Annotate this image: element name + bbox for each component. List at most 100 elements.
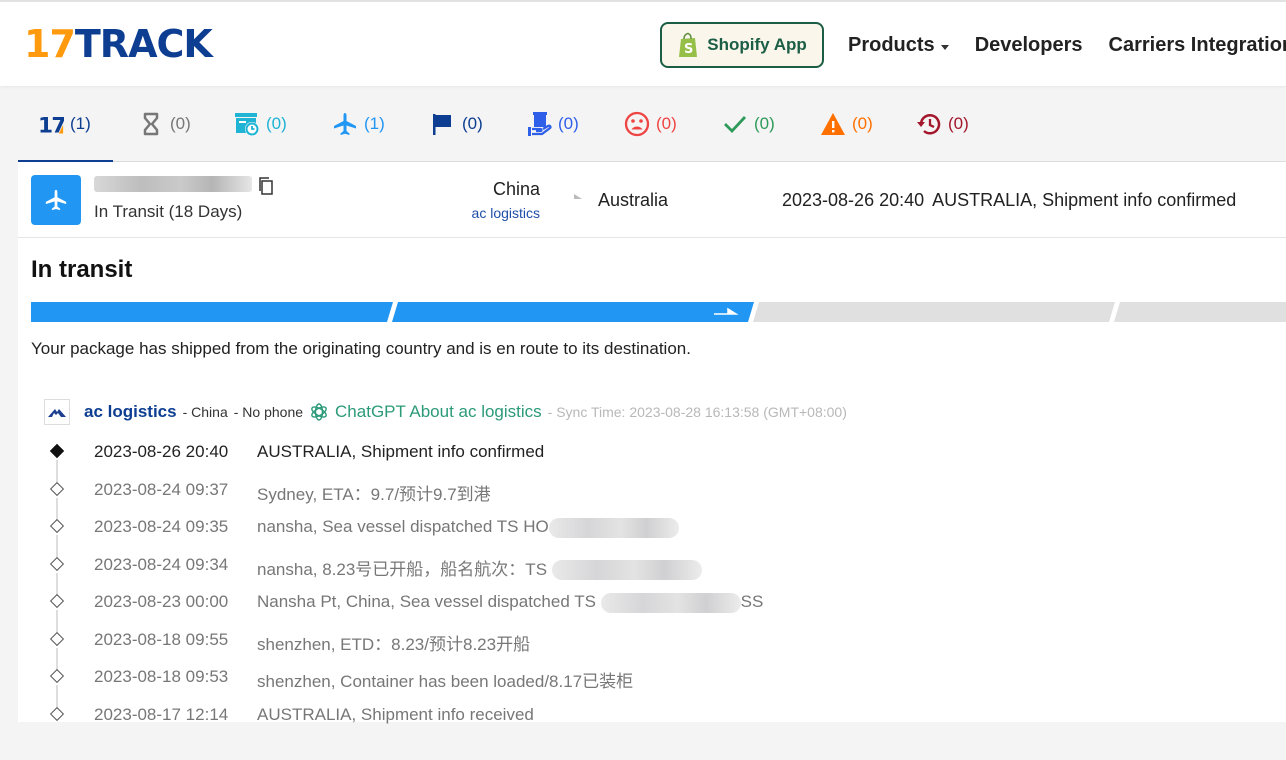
checkmark-icon (724, 116, 747, 134)
logo-track: TRACK (74, 22, 213, 66)
17track-logo[interactable]: 17 TRACK (24, 22, 213, 66)
tab-count: (1) (70, 114, 91, 133)
tab-delivered[interactable]: (0) (722, 86, 775, 162)
event-description: nansha, Sea vessel dispatched TS HO (257, 517, 679, 538)
shopify-bag-icon: S (679, 32, 698, 57)
status-title: In transit (31, 256, 133, 283)
event-time: 2023-08-24 09:34 (94, 554, 229, 574)
main-nav: Products Developers Carriers Integration (848, 34, 1286, 57)
warning-icon (821, 113, 845, 135)
progress-step-3 (753, 302, 1115, 322)
diamond-outline-icon (49, 593, 65, 609)
tracking-number-redacted (94, 176, 252, 192)
status-description: Your package has shipped from the origin… (31, 339, 691, 358)
shipment-summary-row[interactable]: In Transit (18 Days) China ac logistics … (18, 162, 1286, 238)
diamond-outline-icon (49, 631, 65, 646)
tab-count: (0) (462, 114, 483, 133)
diamond-outline-icon (49, 668, 65, 684)
tab-count: (0) (558, 114, 579, 133)
carrier-name-link[interactable]: ac logistics (84, 402, 177, 422)
tab-count: (1) (364, 114, 385, 133)
chatgpt-about-carrier-link[interactable]: ChatGPT About ac logistics (309, 402, 542, 422)
copy-icon[interactable] (258, 177, 274, 195)
progress-step-4 (1114, 302, 1286, 322)
tab-count: (0) (852, 114, 873, 133)
carrier-logo (44, 399, 70, 425)
event-description: shenzhen, Container has been loaded/8.17… (257, 672, 634, 691)
event-time: 2023-08-24 09:37 (94, 479, 229, 499)
diamond-outline-icon (49, 518, 65, 534)
progress-step-2 (392, 302, 754, 322)
shopify-app-label: Shopify App (707, 35, 807, 54)
tab-expired[interactable]: (0) (916, 86, 969, 162)
nav-products-label: Products (848, 34, 935, 56)
tracking-event: 2023-08-26 20:40 AUSTRALIA, Shipment info… (44, 434, 1244, 482)
nav-carriers-label: Carriers Integration (1108, 34, 1286, 56)
hourglass-icon (143, 112, 159, 136)
status-filter-tabs: 17 (1) (0) (0) (1) (0) (0) (0) (0) (0) (… (18, 86, 1286, 163)
tab-count: (0) (170, 114, 191, 133)
event-description: Nansha Pt, China, Sea vessel dispatched … (257, 592, 764, 613)
tab-count: (0) (754, 114, 775, 133)
event-description: AUSTRALIA, Shipment info received (257, 704, 534, 724)
latest-event: 2023-08-26 20:40 AUSTRALIA, Shipment info… (782, 190, 1236, 211)
tab-not-found[interactable]: (0) (138, 86, 191, 162)
latest-event-date: 2023-08-26 20:40 (782, 190, 925, 210)
tracking-event: 2023-08-24 09:37 Sydney, ETA：9.7/预计9.7到港 (44, 472, 1244, 520)
carrier-country: - China (182, 404, 228, 420)
svg-text:S: S (684, 42, 693, 57)
tab-count: (0) (948, 114, 969, 133)
tab-out-for-delivery[interactable]: (0) (526, 86, 579, 162)
tab-in-transit[interactable]: (1) (332, 86, 385, 162)
sync-time: - Sync Time: 2023-08-28 16:13:58 (GMT+08… (547, 404, 847, 420)
tab-pick-up[interactable]: (0) (430, 86, 483, 162)
tracking-event: 2023-08-17 12:14 AUSTRALIA, Shipment info… (44, 697, 1244, 735)
transit-status: In Transit (18 Days) (94, 202, 243, 221)
tracking-event: 2023-08-18 09:53 shenzhen, Container has … (44, 659, 1244, 707)
status-badge (31, 175, 81, 225)
history-icon (917, 114, 941, 135)
event-time: 2023-08-17 12:14 (94, 704, 229, 724)
diamond-outline-icon (49, 556, 65, 571)
top-header: 17 TRACK S Shopify App Products Developer… (0, 0, 1286, 86)
redacted-text (551, 560, 702, 581)
nav-developers[interactable]: Developers (975, 34, 1083, 57)
carrier-link[interactable]: ac logistics (472, 205, 540, 221)
destination-country: Australia (598, 190, 669, 210)
tab-count: (0) (266, 114, 287, 133)
ac-logistics-logo-icon (48, 409, 66, 417)
event-time: 2023-08-18 09:53 (94, 667, 229, 686)
tab-all[interactable]: 17 (1) (18, 86, 113, 163)
nav-carriers-integration[interactable]: Carriers Integration (1109, 34, 1286, 57)
event-time: 2023-08-23 00:00 (94, 592, 229, 611)
event-description: Sydney, ETA：9.7/预计9.7到港 (257, 484, 491, 504)
diamond-outline-icon (49, 706, 65, 721)
chatgpt-icon (311, 403, 327, 421)
carrier-info-row: ac logistics - China - No phone ChatGPT … (44, 398, 847, 426)
chevron-down-icon (940, 44, 949, 50)
17track-all-icon: 17 (38, 114, 64, 137)
tracking-events-list: 2023-08-26 20:40 AUSTRALIA, Shipment info… (44, 434, 1244, 734)
tab-count: (0) (656, 114, 677, 133)
redacted-text (600, 592, 741, 613)
tab-alert[interactable]: (0) (820, 86, 873, 162)
tab-info-received[interactable]: (0) (234, 86, 287, 162)
event-description: nansha, 8.23号已开船，船名航次：TS (257, 555, 702, 581)
shipment-panel: In Transit (18 Days) China ac logistics … (18, 162, 1286, 724)
sad-face-icon (624, 111, 650, 137)
tracking-event: 2023-08-24 09:35 nansha, Sea vessel dispa… (44, 509, 1244, 557)
package-clock-icon (235, 113, 259, 136)
route-arrow-icon (556, 194, 582, 199)
event-description: shenzhen, ETD：8.23/预计8.23开船 (257, 634, 531, 654)
airplane-icon (334, 113, 356, 135)
nav-products[interactable]: Products (848, 34, 949, 57)
pickup-hand-icon (528, 112, 552, 136)
carrier-phone: - No phone (233, 404, 304, 420)
tracking-event: 2023-08-23 00:00 Nansha Pt, China, Sea ve… (44, 584, 1244, 632)
event-description: AUSTRALIA, Shipment info confirmed (257, 442, 545, 461)
shopify-app-button[interactable]: S Shopify App (660, 22, 824, 68)
progress-step-1 (31, 302, 393, 322)
origin-country: China (492, 179, 540, 199)
tab-undelivered[interactable]: (0) (624, 86, 677, 162)
diamond-filled-icon (49, 443, 65, 459)
